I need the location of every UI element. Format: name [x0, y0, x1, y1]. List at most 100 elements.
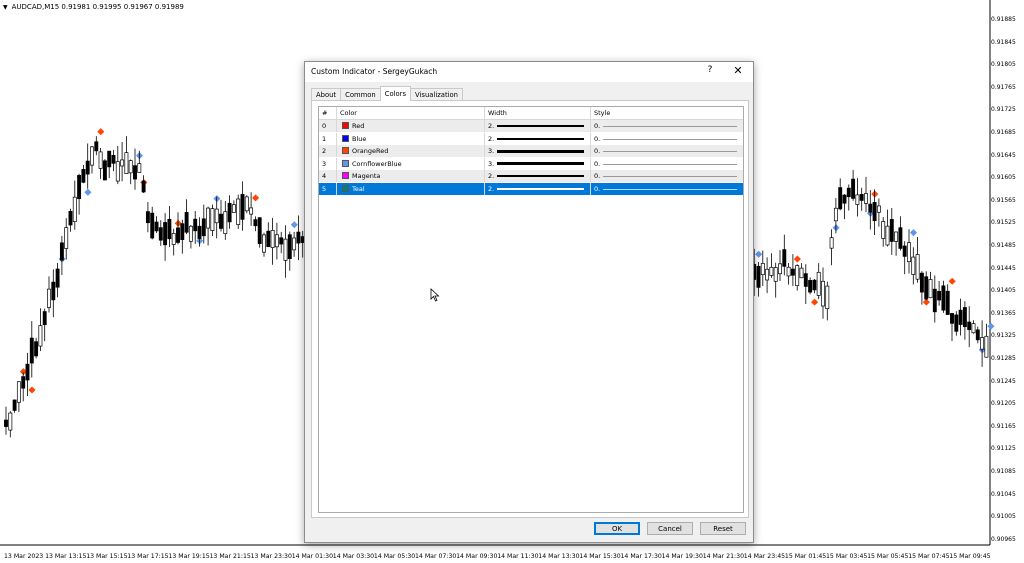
color-row[interactable]: 1 Blue 2. 0. [319, 132, 743, 145]
chart-header: ▼ AUDCAD,M15 0.91981 0.91995 0.91967 0.9… [3, 3, 184, 11]
style-line-sample [603, 189, 737, 190]
candle-body [111, 154, 116, 164]
tab-bar: About Common Colors Visualization [311, 86, 463, 101]
color-row[interactable]: 3 CornflowerBlue 3. 0. [319, 157, 743, 170]
signal-marker [793, 255, 801, 263]
color-cell[interactable]: Teal [337, 183, 485, 195]
signal-marker [987, 322, 995, 330]
color-swatch [342, 172, 349, 180]
style-value: 0. [594, 147, 601, 156]
color-row[interactable]: 4 Magenta 2. 0. [319, 170, 743, 183]
color-row[interactable]: 0 Red 2. 0. [319, 120, 743, 132]
candle-body [201, 218, 206, 237]
time-label: 14 Mar 05:30 [373, 553, 416, 560]
row-index: 4 [319, 170, 337, 183]
width-cell[interactable]: 2. [485, 170, 591, 183]
style-cell[interactable]: 0. [591, 120, 743, 132]
price-label: 0.90965 [991, 535, 1016, 543]
style-cell[interactable]: 0. [591, 145, 743, 157]
color-cell[interactable]: CornflowerBlue [337, 157, 485, 170]
candle-body [876, 205, 881, 213]
style-cell[interactable]: 0. [591, 170, 743, 182]
style-line-sample [603, 126, 737, 127]
width-cell[interactable]: 3. [485, 145, 591, 158]
color-cell[interactable]: Red [337, 120, 485, 132]
candle-body [279, 237, 284, 245]
candle-body [262, 234, 266, 253]
close-icon[interactable]: ✕ [731, 64, 745, 78]
header-style[interactable]: Style [591, 107, 743, 119]
candle-body [16, 381, 21, 403]
candle-body [283, 238, 288, 261]
color-row[interactable]: 5 Teal 2. 0. [319, 183, 743, 195]
candle-body [266, 230, 271, 247]
style-cell[interactable]: 0. [591, 133, 743, 145]
style-value: 0. [594, 185, 601, 193]
signal-marker [290, 221, 298, 229]
mouse-cursor-icon [430, 288, 440, 302]
ok-button[interactable]: OK [594, 522, 640, 535]
candle-body [8, 412, 13, 431]
candle-body [90, 146, 94, 166]
candle-body [231, 204, 236, 213]
help-button[interactable]: ? [703, 65, 717, 79]
price-label: 0.91365 [991, 309, 1016, 317]
candle-body [296, 231, 301, 244]
time-label: 13 Mar 15:15 [86, 553, 128, 560]
width-cell[interactable]: 2. [485, 120, 591, 132]
candle-body [932, 288, 937, 313]
candle-body [821, 280, 825, 307]
signal-marker [909, 229, 918, 237]
candle-body [188, 225, 193, 242]
color-cell[interactable]: Magenta [337, 170, 485, 183]
candle-body [967, 321, 972, 331]
time-label: 14 Mar 21:30 [702, 553, 744, 560]
time-label: 13 Mar 17:15 [127, 553, 169, 560]
candle-body [864, 193, 868, 204]
width-cell[interactable]: 2. [485, 183, 591, 195]
time-label: 14 Mar 23:45 [743, 553, 786, 560]
tab-colors[interactable]: Colors [379, 86, 412, 101]
candle-body [133, 165, 137, 180]
width-line-sample [497, 149, 584, 153]
candle-body [171, 233, 176, 245]
candle-body [842, 194, 847, 204]
style-cell[interactable]: 0. [591, 158, 743, 170]
candle-body [950, 313, 954, 324]
candle-body [223, 211, 228, 234]
header-color[interactable]: Color [337, 107, 485, 119]
candle-body [29, 337, 34, 364]
price-label: 0.91565 [991, 196, 1016, 204]
candle-body [915, 254, 920, 280]
candle-body [868, 203, 873, 213]
reset-button[interactable]: Reset [700, 522, 746, 535]
color-cell[interactable]: OrangeRed [337, 145, 485, 158]
cancel-button[interactable]: Cancel [647, 522, 693, 535]
color-row[interactable]: 2 OrangeRed 3. 0. [319, 145, 743, 158]
symbol-quote: AUDCAD,M15 0.91981 0.91995 0.91967 0.919… [11, 3, 184, 11]
color-name: Blue [352, 134, 367, 143]
width-value: 2. [488, 185, 495, 193]
width-cell[interactable]: 2. [485, 132, 591, 145]
candle-body [94, 141, 99, 152]
candle-body [180, 223, 185, 240]
candle-body [163, 222, 168, 246]
dialog-titlebar[interactable]: Custom Indicator - SergeyGukach ? ✕ [305, 62, 753, 83]
time-label: 15 Mar 09:45 [949, 553, 991, 560]
candle-body [894, 231, 899, 242]
candle-body [219, 213, 223, 229]
time-label: 14 Mar 13:30 [538, 553, 580, 560]
candle-body [756, 265, 761, 288]
header-width[interactable]: Width [485, 107, 591, 119]
header-index[interactable]: # [319, 107, 337, 119]
style-cell[interactable]: 0. [591, 183, 743, 195]
dropdown-arrow-icon[interactable]: ▼ [3, 4, 8, 11]
color-cell[interactable]: Blue [337, 132, 485, 145]
candle-body [210, 208, 215, 231]
candle-body [77, 174, 82, 199]
width-line-sample [497, 188, 584, 190]
price-label: 0.91605 [991, 174, 1016, 182]
width-cell[interactable]: 3. [485, 157, 591, 170]
candle-body [778, 263, 782, 275]
candle-body [274, 234, 279, 248]
